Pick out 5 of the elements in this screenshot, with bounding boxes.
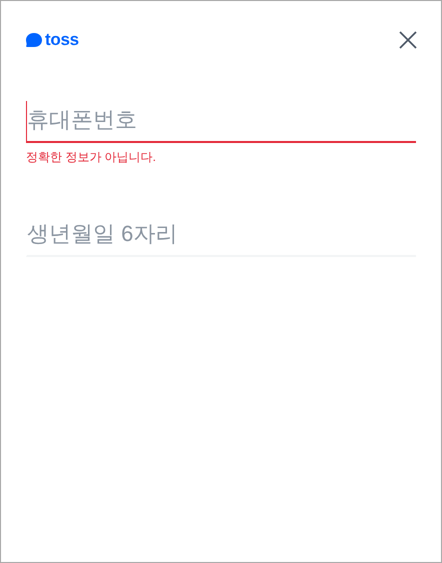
logo-icon: [26, 33, 42, 47]
input-field[interactable]: 휴대폰번호: [26, 101, 416, 143]
error-message: 정확한 정보가 아닙니다.: [26, 149, 158, 166]
close-button[interactable]: [397, 29, 419, 51]
logo-text: toss: [45, 30, 79, 50]
